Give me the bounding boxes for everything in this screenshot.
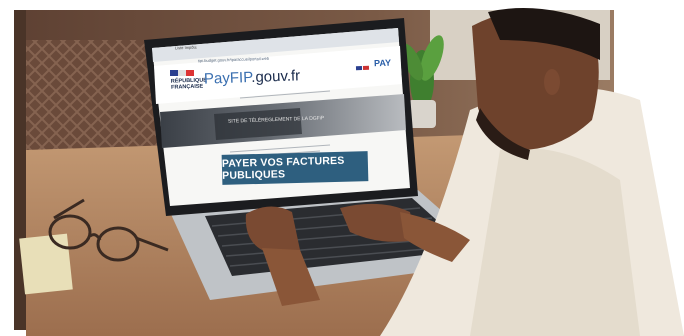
logo-brand: PayFIP bbox=[203, 69, 252, 88]
pay-invoices-button: PAYER VOS FACTURES PUBLIQUES bbox=[221, 151, 369, 185]
pay-badge: PAY bbox=[373, 57, 392, 69]
logo-domain: .gouv.fr bbox=[250, 67, 301, 87]
payfip-logo: PayFIP.gouv.fr bbox=[203, 67, 301, 88]
photo-scene: Liste Impôts tipi.budget.gouv.fr/tpa/acc… bbox=[0, 0, 684, 336]
notebook bbox=[19, 233, 73, 295]
browser-tab-label: Liste Impôts bbox=[174, 44, 197, 51]
language-flags bbox=[355, 65, 370, 71]
